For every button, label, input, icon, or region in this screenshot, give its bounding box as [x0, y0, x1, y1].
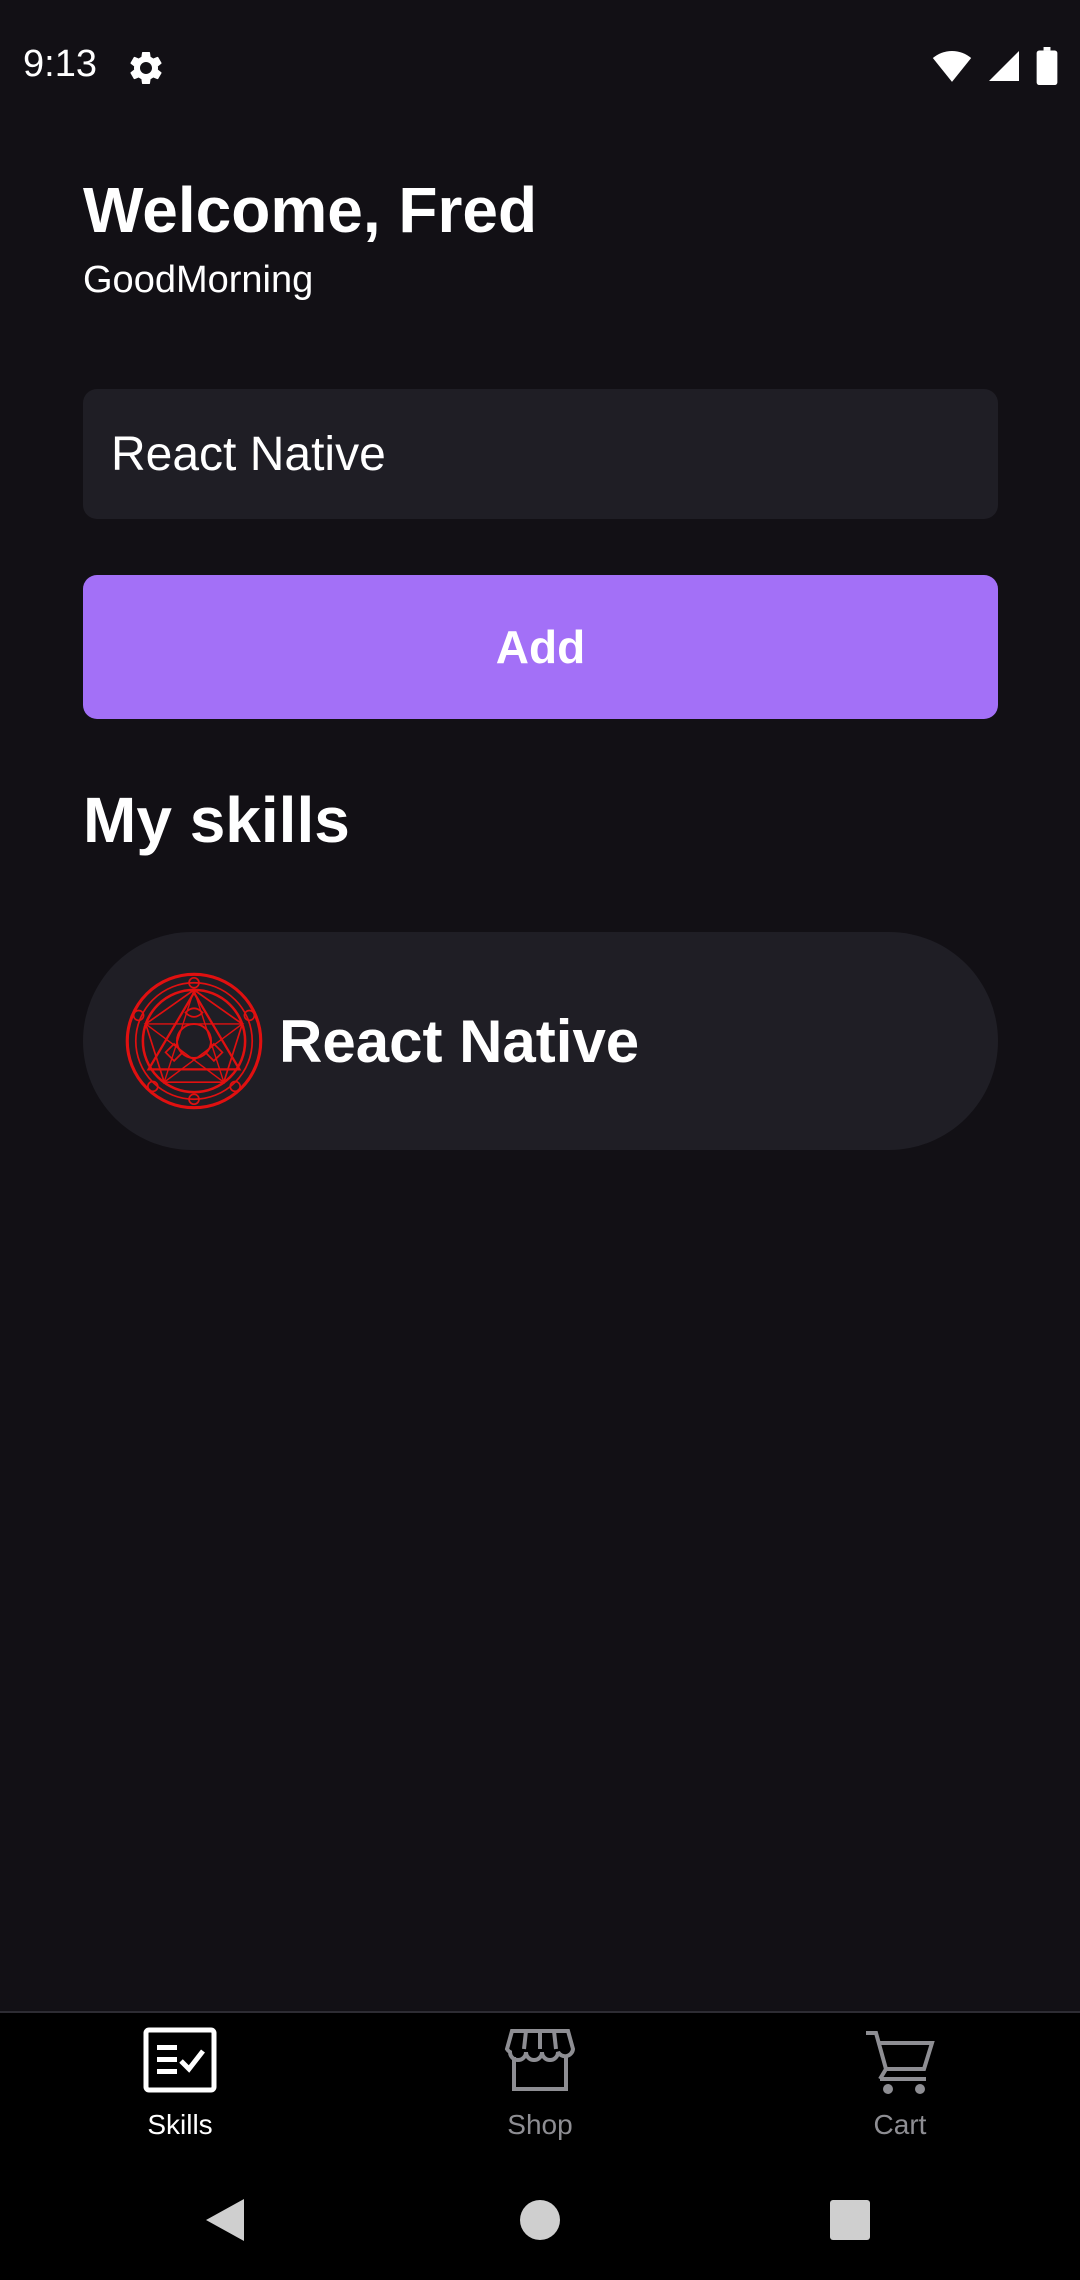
back-icon[interactable] [190, 2185, 260, 2255]
tab-skills-label: Skills [147, 2109, 213, 2140]
recents-icon[interactable] [815, 2185, 885, 2255]
wifi-icon [932, 49, 972, 88]
status-bar: 9:13 [0, 0, 1080, 130]
greeting-subtitle: GoodMorning [83, 259, 314, 301]
checklist-icon [143, 2027, 217, 2093]
skill-input[interactable] [83, 389, 998, 519]
home-icon[interactable] [505, 2185, 575, 2255]
tab-cart[interactable]: Cart [790, 2013, 1010, 2161]
skill-card[interactable]: React Native [83, 932, 998, 1150]
gear-icon [126, 48, 166, 88]
status-icons [932, 46, 1058, 90]
tab-cart-label: Cart [873, 2109, 927, 2140]
tab-shop-label: Shop [507, 2109, 573, 2140]
cart-icon [866, 2031, 935, 2094]
bottom-tab-bar: Skills Shop Cart [0, 2011, 1080, 2161]
tab-skills[interactable]: Skills [70, 2013, 290, 2161]
skill-name: React Native [279, 1007, 640, 1075]
tab-shop[interactable]: Shop [430, 2013, 650, 2161]
storefront-icon [504, 2029, 576, 2091]
transmutation-circle-icon [123, 970, 265, 1112]
add-button[interactable]: Add [83, 575, 998, 719]
status-time: 9:13 [23, 43, 97, 85]
signal-icon [986, 48, 1022, 89]
battery-icon [1036, 46, 1058, 90]
system-nav-bar [0, 2161, 1080, 2280]
welcome-title: Welcome, Fred [83, 174, 538, 246]
section-title: My skills [83, 784, 350, 856]
